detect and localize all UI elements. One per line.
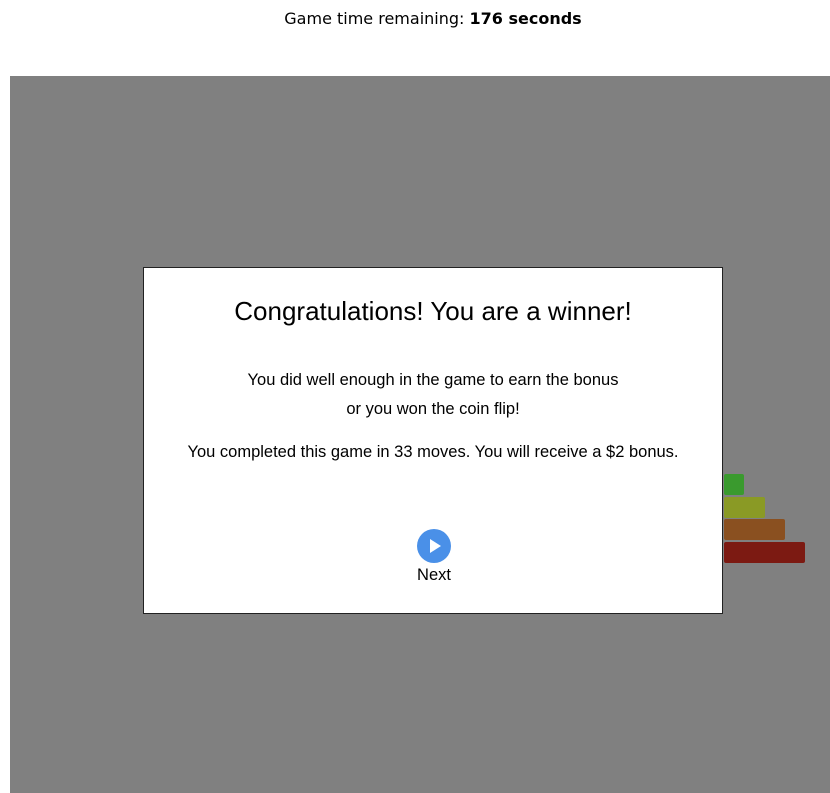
timer-value: 176 seconds xyxy=(469,9,582,28)
dialog-message-line-2: or you won the coin flip! xyxy=(346,400,520,418)
next-label[interactable]: Next xyxy=(412,565,456,585)
tower-disk-4 xyxy=(724,542,805,563)
next-button[interactable]: Next xyxy=(412,529,456,589)
timer-label: Game time remaining: xyxy=(284,9,465,28)
tower-disk-2 xyxy=(724,497,765,518)
tower-disk-3 xyxy=(724,519,785,540)
dialog-result-text: You completed this game in 33 moves. You… xyxy=(187,443,679,461)
dialog-title: Congratulations! You are a winner! xyxy=(234,296,632,326)
winner-dialog: Congratulations! You are a winner! You d… xyxy=(143,267,723,614)
play-icon[interactable] xyxy=(417,529,451,563)
tower-disk-1 xyxy=(724,474,744,495)
dialog-message-line-1: You did well enough in the game to earn … xyxy=(247,371,619,389)
game-timer: Game time remaining: 176 seconds xyxy=(0,8,830,30)
